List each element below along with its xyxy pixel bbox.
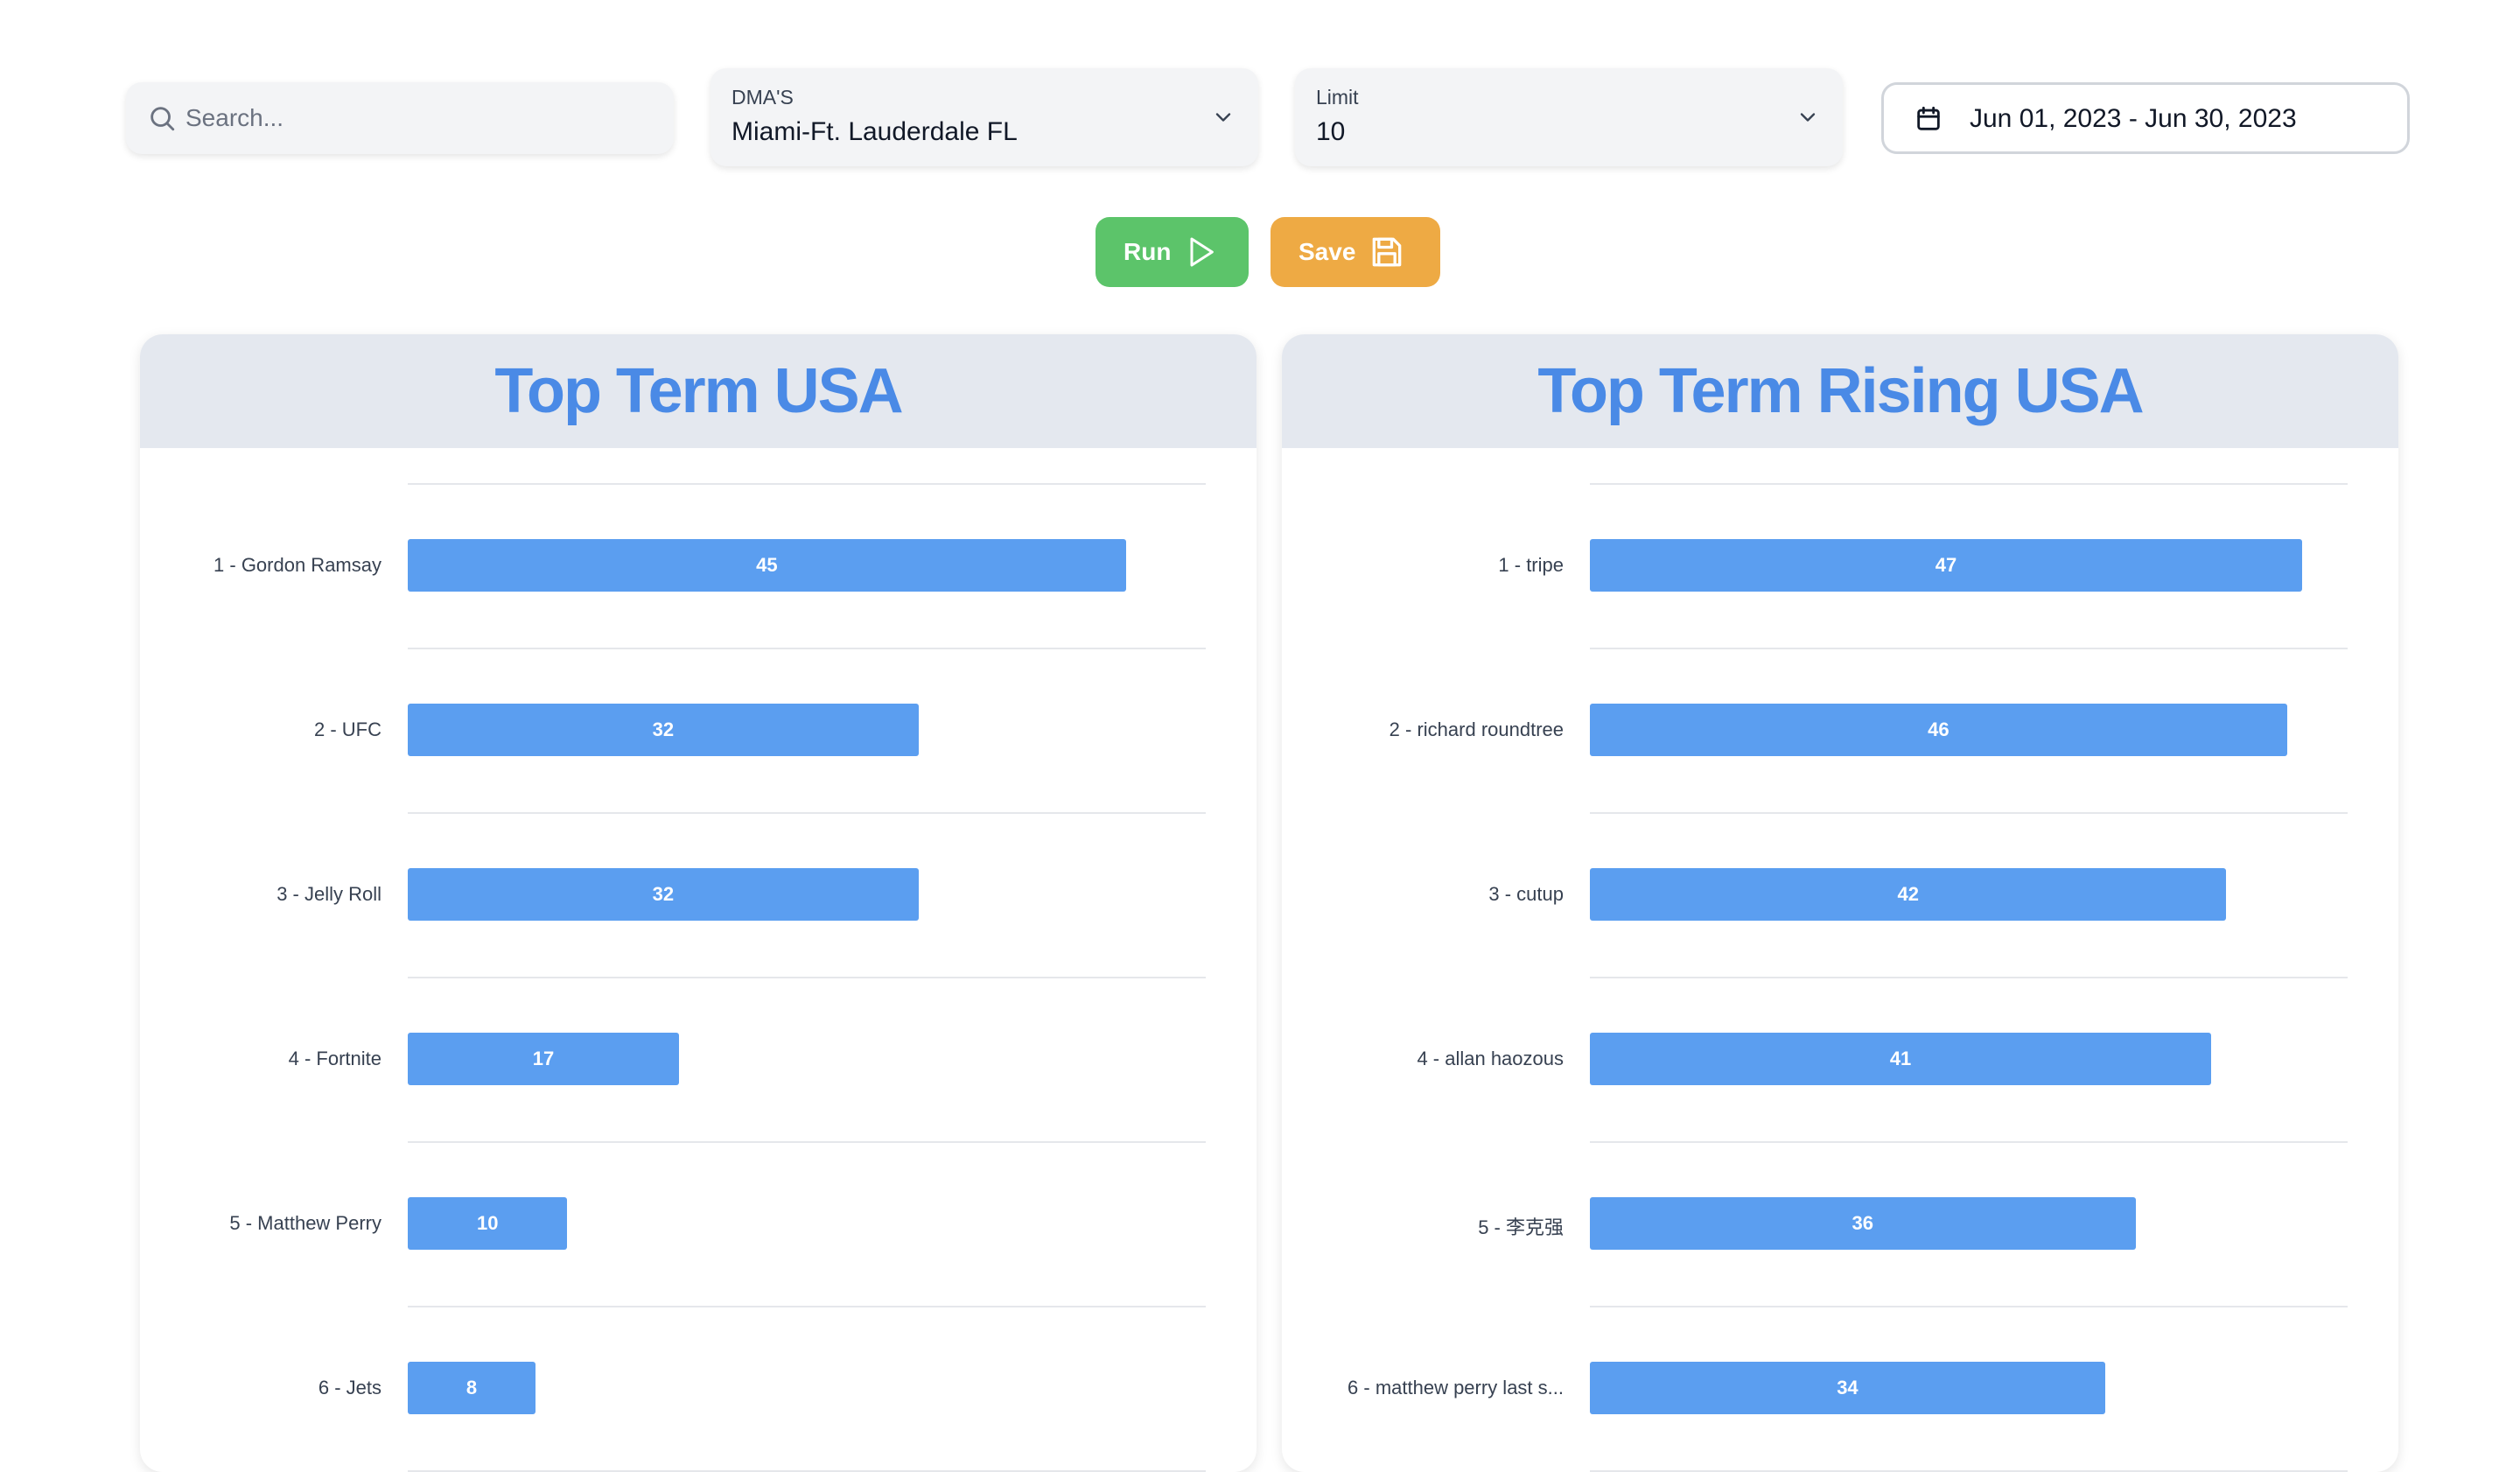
bar[interactable]: 10 xyxy=(408,1197,568,1250)
bar[interactable]: 8 xyxy=(408,1362,536,1414)
chevron-down-icon[interactable] xyxy=(1211,105,1236,130)
gridline xyxy=(1590,648,2348,649)
bar-value-label: 41 xyxy=(1889,1048,1912,1069)
save-button[interactable]: Save xyxy=(1270,217,1440,287)
category-label: 5 - 李克强 xyxy=(1478,1216,1564,1238)
gridline xyxy=(408,812,1206,814)
limit-select[interactable]: Limit 10 xyxy=(1295,68,1843,166)
play-icon xyxy=(1190,237,1214,267)
bar[interactable]: 32 xyxy=(408,704,919,756)
bar[interactable]: 41 xyxy=(1590,1033,2212,1085)
dma-label: DMA'S xyxy=(732,86,794,109)
search-box[interactable] xyxy=(126,82,674,154)
bar-value-label: 17 xyxy=(532,1048,555,1069)
top-term-rising-card: Top Term Rising USA 1 - tripe 47 2 - richa… xyxy=(1282,334,2398,1472)
gridline xyxy=(1590,977,2348,978)
limit-value: 10 xyxy=(1316,117,1346,146)
bar-value-label: 46 xyxy=(1928,718,1950,740)
dma-select[interactable]: DMA'S Miami-Ft. Lauderdale FL xyxy=(710,68,1258,166)
bar[interactable]: 47 xyxy=(1590,539,2303,592)
gridline xyxy=(1590,483,2348,485)
gridline xyxy=(408,483,1206,485)
category-label: 5 - Matthew Perry xyxy=(229,1212,382,1234)
gridline xyxy=(1590,1306,2348,1307)
chart-title: Top Term Rising USA xyxy=(1537,356,2144,426)
date-range-value: Jun 01, 2023 - Jun 30, 2023 xyxy=(1970,104,2297,133)
bar[interactable]: 17 xyxy=(408,1033,680,1085)
date-range-picker[interactable]: Jun 01, 2023 - Jun 30, 2023 xyxy=(1881,82,2410,154)
bar[interactable]: 36 xyxy=(1590,1197,2136,1250)
gridline xyxy=(1590,1141,2348,1143)
gridline xyxy=(408,977,1206,978)
bar-value-label: 34 xyxy=(1837,1377,1858,1398)
bar-value-label: 10 xyxy=(476,1212,499,1234)
bar-value-label: 8 xyxy=(466,1377,478,1398)
search-icon xyxy=(150,107,175,131)
limit-label: Limit xyxy=(1316,86,1359,109)
bar[interactable]: 32 xyxy=(408,868,919,921)
category-label: 6 - matthew perry last s... xyxy=(1348,1377,1564,1398)
gridline xyxy=(408,648,1206,649)
bar[interactable]: 42 xyxy=(1590,868,2227,921)
calendar-icon xyxy=(1917,106,1940,130)
bar-value-label: 47 xyxy=(1935,554,1957,576)
chevron-down-icon[interactable] xyxy=(1796,105,1820,130)
top-term-card: Top Term USA 1 - Gordon Ramsay 45 2 - UFC 3… xyxy=(140,334,1256,1472)
save-button-label: Save xyxy=(1298,238,1356,265)
bar-value-label: 36 xyxy=(1852,1212,1873,1234)
bar[interactable]: 46 xyxy=(1590,704,2287,756)
top-term-rising-chart: 1 - tripe 47 2 - richard roundtree 46 3 - cu… xyxy=(1282,448,2398,1472)
bar-value-label: 32 xyxy=(652,718,675,740)
bar-value-label: 45 xyxy=(756,554,778,576)
card-header: Top Term Rising USA xyxy=(1282,334,2398,448)
run-button-label: Run xyxy=(1124,238,1172,265)
category-label: 6 - Jets xyxy=(318,1377,382,1398)
dma-value: Miami-Ft. Lauderdale FL xyxy=(732,117,1018,146)
category-label: 3 - Jelly Roll xyxy=(276,883,382,905)
category-label: 2 - UFC xyxy=(314,718,382,740)
bar[interactable]: 34 xyxy=(1590,1362,2105,1414)
search-input[interactable] xyxy=(186,82,658,154)
chart-title: Top Term USA xyxy=(494,356,903,426)
category-label: 4 - Fortnite xyxy=(288,1048,382,1069)
bar-value-label: 42 xyxy=(1897,883,1919,905)
category-label: 4 - allan haozous xyxy=(1417,1048,1564,1069)
category-label: 1 - tripe xyxy=(1498,554,1564,576)
category-label: 3 - cutup xyxy=(1488,883,1564,905)
top-term-chart: 1 - Gordon Ramsay 45 2 - UFC 32 3 - Jelly Ro… xyxy=(140,448,1256,1472)
gridline xyxy=(1590,812,2348,814)
gridline xyxy=(408,1141,1206,1143)
bar[interactable]: 45 xyxy=(408,539,1126,592)
bar-value-label: 32 xyxy=(652,883,675,905)
floppy-disk-icon xyxy=(1373,237,1402,267)
category-label: 1 - Gordon Ramsay xyxy=(214,554,382,576)
gridline xyxy=(408,1306,1206,1307)
category-label: 2 - richard roundtree xyxy=(1389,718,1564,740)
card-header: Top Term USA xyxy=(140,334,1256,448)
run-button[interactable]: Run xyxy=(1096,217,1249,287)
